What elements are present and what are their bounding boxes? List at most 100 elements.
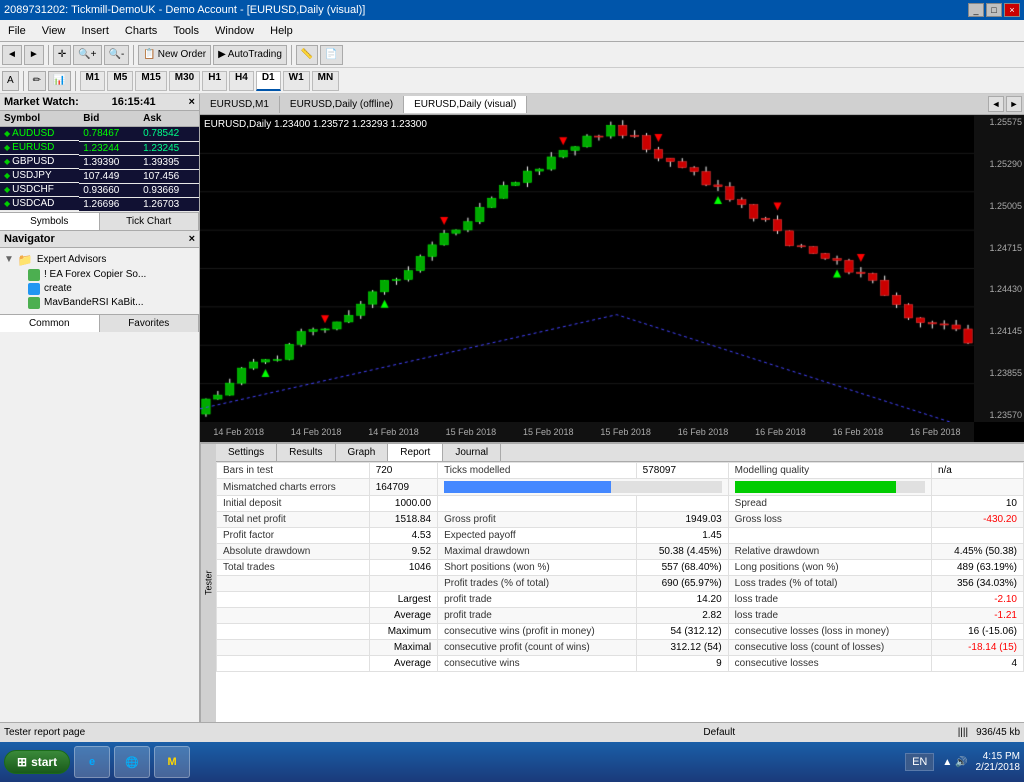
nav-item-ea3[interactable]: MavBandeRSI KaBit... xyxy=(4,296,195,310)
report-cell: consecutive wins xyxy=(438,656,637,672)
taskbar-chrome[interactable]: 🌐 xyxy=(114,746,150,778)
navigator-close[interactable]: × xyxy=(189,233,195,245)
statusbar-left: Tester report page xyxy=(4,727,481,738)
separator3 xyxy=(291,45,292,65)
period-m5[interactable]: M5 xyxy=(107,71,133,91)
report-row: Total trades 1046 Short positions (won %… xyxy=(217,560,1024,576)
tester-tab-graph[interactable]: Graph xyxy=(336,444,389,461)
minimize-button[interactable]: _ xyxy=(968,3,984,17)
start-button[interactable]: ⊞ start xyxy=(4,750,70,774)
report-cell: 4.45% (50.38) xyxy=(931,544,1023,560)
close-button[interactable]: × xyxy=(1004,3,1020,17)
chart-prev-button[interactable]: ◄ xyxy=(988,96,1004,112)
forward-button[interactable]: ► xyxy=(24,45,44,65)
market-watch-row[interactable]: ◆ USDJPY 107.449 107.456 xyxy=(0,169,199,183)
taskbar-ie[interactable]: e xyxy=(74,746,110,778)
report-cell: 720 xyxy=(369,463,437,479)
menu-insert[interactable]: Insert xyxy=(73,23,117,39)
report-cell: 9 xyxy=(636,656,728,672)
nav-tab-favorites[interactable]: Favorites xyxy=(100,315,200,332)
report-cell: Gross loss xyxy=(728,512,931,528)
tester-tab-journal[interactable]: Journal xyxy=(443,444,501,461)
symbol-cell: ◆ AUDUSD xyxy=(0,127,79,141)
new-order-button[interactable]: 📋 New Order xyxy=(138,45,211,65)
draw-tool-button[interactable]: ✏ xyxy=(28,71,46,91)
market-watch-row[interactable]: ◆ AUDUSD 0.78467 0.78542 xyxy=(0,127,199,142)
report-row: Maximal consecutive profit (count of win… xyxy=(217,640,1024,656)
nav-tab-common[interactable]: Common xyxy=(0,315,100,332)
menu-file[interactable]: File xyxy=(0,23,34,39)
chart-tab-eurusd-daily-offline[interactable]: EURUSD,Daily (offline) xyxy=(280,96,404,113)
report-cell: Loss trades (% of total) xyxy=(728,576,931,592)
separator xyxy=(48,45,49,65)
menu-charts[interactable]: Charts xyxy=(117,23,165,39)
menu-window[interactable]: Window xyxy=(207,23,262,39)
ie-icon: e xyxy=(89,756,95,768)
market-watch-row[interactable]: ◆ GBPUSD 1.39390 1.39395 xyxy=(0,155,199,169)
report-cell xyxy=(728,479,931,496)
market-watch: Market Watch: 16:15:41 × Symbol Bid Ask … xyxy=(0,94,199,230)
crosshair-button[interactable]: ✛ xyxy=(53,45,71,65)
text-tool-button[interactable]: A xyxy=(2,71,19,91)
ask-cell: 1.23245 xyxy=(139,141,199,155)
market-watch-row[interactable]: ◆ EURUSD 1.23244 1.23245 xyxy=(0,141,199,155)
line-studies-button[interactable]: 📏 xyxy=(296,45,318,65)
time-label: 16 Feb 2018 xyxy=(678,427,729,437)
report-cell: 14.20 xyxy=(636,592,728,608)
symbol-cell: ◆ USDCHF xyxy=(0,183,79,197)
nav-item-ea1[interactable]: ! EA Forex Copier So... xyxy=(4,268,195,282)
tester-tab-report[interactable]: Report xyxy=(388,444,443,461)
market-watch-close[interactable]: × xyxy=(189,96,195,108)
period-w1[interactable]: W1 xyxy=(283,71,310,91)
report-cell: Expected payoff xyxy=(438,528,637,544)
period-m15[interactable]: M15 xyxy=(135,71,166,91)
report-cell: 1.45 xyxy=(636,528,728,544)
report-cell: Total net profit xyxy=(217,512,370,528)
autotrading-button[interactable]: ▶ AutoTrading xyxy=(213,45,287,65)
chart-tab-eurusd-m1[interactable]: EURUSD,M1 xyxy=(200,96,280,113)
mw-tab-symbols[interactable]: Symbols xyxy=(0,213,100,230)
tester-label[interactable]: Tester xyxy=(200,444,216,722)
chart-area[interactable]: EURUSD,Daily 1.23400 1.23572 1.23293 1.2… xyxy=(200,115,1024,442)
bid-cell: 1.39390 xyxy=(79,155,139,169)
market-watch-row[interactable]: ◆ USDCHF 0.93660 0.93669 xyxy=(0,183,199,197)
ticks-bar-container xyxy=(444,481,722,493)
period-mn[interactable]: MN xyxy=(312,71,340,91)
mw-tab-tickchart[interactable]: Tick Chart xyxy=(100,213,200,230)
report-cell xyxy=(931,528,1023,544)
nav-ea1-label: ! EA Forex Copier So... xyxy=(44,269,146,280)
maximize-button[interactable]: □ xyxy=(986,3,1002,17)
report-cell xyxy=(217,656,370,672)
chart-tab-eurusd-daily-visual[interactable]: EURUSD,Daily (visual) xyxy=(404,96,527,113)
period-d1[interactable]: D1 xyxy=(256,71,281,91)
indicator-button[interactable]: 📊 xyxy=(48,71,70,91)
chart-next-button[interactable]: ► xyxy=(1006,96,1022,112)
period-m1[interactable]: M1 xyxy=(80,71,106,91)
report-cell xyxy=(636,496,728,512)
back-button[interactable]: ◄ xyxy=(2,45,22,65)
period-m30[interactable]: M30 xyxy=(169,71,200,91)
menu-tools[interactable]: Tools xyxy=(165,23,207,39)
nav-item-ea-folder[interactable]: ▼ 📁 Expert Advisors xyxy=(4,252,195,268)
tester-tabs: Settings Results Graph Report Journal xyxy=(216,444,1024,462)
period-h1[interactable]: H1 xyxy=(202,71,227,91)
tester-tab-results[interactable]: Results xyxy=(277,444,335,461)
taskbar-mt4[interactable]: M xyxy=(154,746,190,778)
templates-button[interactable]: 📄 xyxy=(320,45,342,65)
nav-item-create[interactable]: create xyxy=(4,282,195,296)
tester-tab-settings[interactable]: Settings xyxy=(216,444,277,461)
zoom-in-button[interactable]: 🔍+ xyxy=(73,45,101,65)
report-cell: Ticks modelled xyxy=(438,463,637,479)
menu-help[interactable]: Help xyxy=(262,23,301,39)
windows-icon: ⊞ xyxy=(17,755,27,769)
period-h4[interactable]: H4 xyxy=(229,71,254,91)
report-cell: -18.14 (15) xyxy=(931,640,1023,656)
report-row: Initial deposit 1000.00 Spread 10 xyxy=(217,496,1024,512)
market-watch-row[interactable]: ◆ USDCAD 1.26696 1.26703 xyxy=(0,197,199,211)
symbol-cell: ◆ USDCAD xyxy=(0,197,79,211)
report-cell: consecutive loss (count of losses) xyxy=(728,640,931,656)
candlestick-chart[interactable] xyxy=(200,115,974,422)
zoom-out-button[interactable]: 🔍- xyxy=(104,45,130,65)
mt4-icon: M xyxy=(167,756,176,768)
menu-view[interactable]: View xyxy=(34,23,74,39)
